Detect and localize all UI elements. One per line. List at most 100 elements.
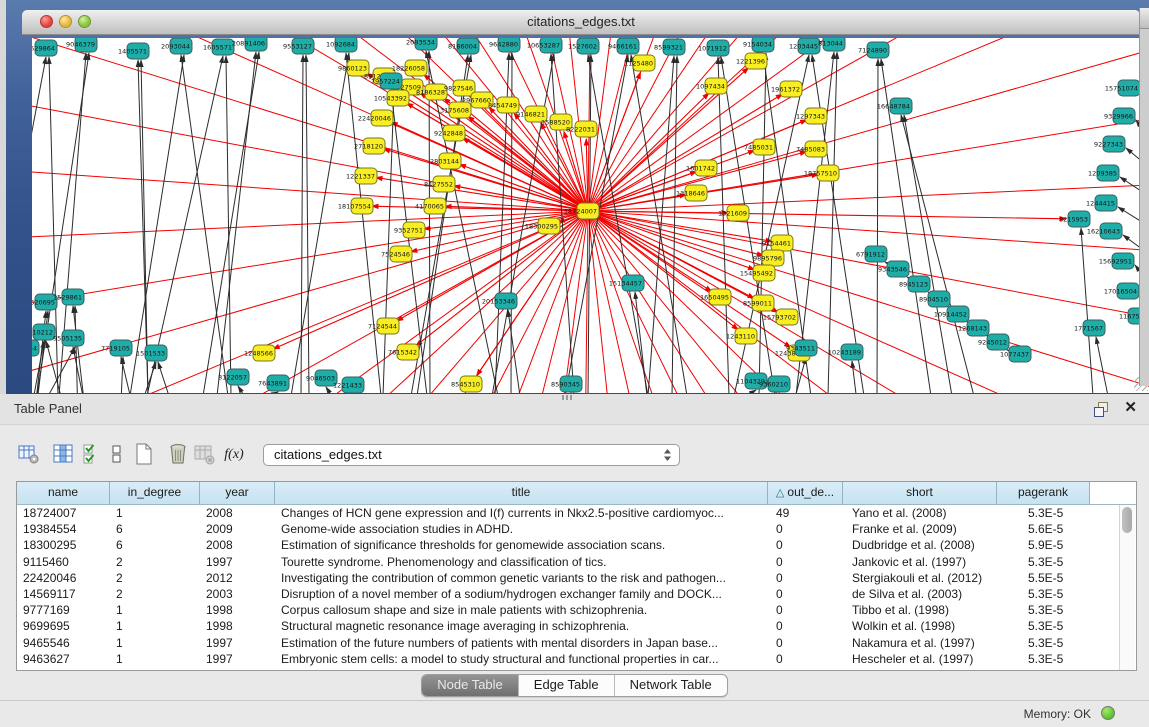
table-cell[interactable]: 5.3E-5: [997, 554, 1090, 570]
column-header-year[interactable]: year: [200, 482, 275, 504]
table-cell[interactable]: Investigating the contribution of common…: [275, 570, 768, 586]
table-row[interactable]: 1872400712008Changes of HCN gene express…: [17, 505, 1136, 521]
table-cell[interactable]: 1998: [200, 602, 275, 618]
table-cell[interactable]: 6: [110, 521, 200, 537]
table-cell[interactable]: 5.5E-5: [997, 570, 1090, 586]
table-cell[interactable]: Hescheler et al. (1997): [843, 651, 997, 667]
table-cell[interactable]: 0: [768, 618, 843, 634]
table-cell[interactable]: 2: [110, 570, 200, 586]
table-cell[interactable]: 1997: [200, 635, 275, 651]
table-cell[interactable]: Dudbridge et al. (2008): [843, 537, 997, 553]
table-cell[interactable]: 9115460: [17, 554, 110, 570]
table-cell[interactable]: 5.3E-5: [997, 651, 1090, 667]
table-row[interactable]: 1938455462009Genome-wide association stu…: [17, 521, 1136, 537]
table-cell[interactable]: 0: [768, 554, 843, 570]
table-row[interactable]: 1456911722003Disruption of a novel membe…: [17, 586, 1136, 602]
delete-table-button[interactable]: [190, 441, 218, 469]
table-cell[interactable]: 1: [110, 635, 200, 651]
row-height-button[interactable]: [103, 441, 131, 469]
table-cell[interactable]: Jankovic et al. (1997): [843, 554, 997, 570]
delete-button[interactable]: [164, 441, 192, 469]
table-cell[interactable]: 0: [768, 570, 843, 586]
tab-network-table[interactable]: Network Table: [615, 675, 727, 696]
column-header-pagerank[interactable]: pagerank: [997, 482, 1090, 504]
column-header-name[interactable]: name: [17, 482, 110, 504]
new-table-button[interactable]: [130, 441, 158, 469]
table-cell[interactable]: 5.3E-5: [997, 635, 1090, 651]
table-cell[interactable]: 19384554: [17, 521, 110, 537]
table-cell[interactable]: 0: [768, 537, 843, 553]
table-cell[interactable]: 2012: [200, 570, 275, 586]
split-pane-grip[interactable]: [562, 395, 574, 400]
table-row[interactable]: 969969511998Structural magnetic resonanc…: [17, 618, 1136, 634]
table-cell[interactable]: 1997: [200, 651, 275, 667]
network-canvas[interactable]: 1872400798601238912954182260589827509818…: [32, 38, 1149, 393]
table-cell[interactable]: 1: [110, 602, 200, 618]
table-cell[interactable]: 5.3E-5: [997, 602, 1090, 618]
float-panel-icon[interactable]: [1093, 401, 1109, 417]
table-cell[interactable]: de Silva et al. (2003): [843, 586, 997, 602]
table-cell[interactable]: 1: [110, 505, 200, 521]
table-settings-button[interactable]: [15, 441, 43, 469]
table-cell[interactable]: Estimation of the future numbers of pati…: [275, 635, 768, 651]
table-row[interactable]: 2242004622012Investigating the contribut…: [17, 570, 1136, 586]
table-cell[interactable]: 9699695: [17, 618, 110, 634]
network-window-titlebar[interactable]: citations_edges.txt: [22, 10, 1140, 35]
table-cell[interactable]: 5.3E-5: [997, 505, 1090, 521]
table-row[interactable]: 1830029562008Estimation of significance …: [17, 537, 1136, 553]
table-cell[interactable]: Changes of HCN gene expression and I(f) …: [275, 505, 768, 521]
table-cell[interactable]: 2008: [200, 537, 275, 553]
table-row[interactable]: 946554611997Estimation of the future num…: [17, 635, 1136, 651]
table-cell[interactable]: 5.3E-5: [997, 618, 1090, 634]
table-cell[interactable]: Tourette syndrome. Phenomenology and cla…: [275, 554, 768, 570]
vertical-scrollbar[interactable]: [1119, 505, 1135, 670]
table-row[interactable]: 977716911998Corpus callosum shape and si…: [17, 602, 1136, 618]
table-cell[interactable]: 0: [768, 651, 843, 667]
table-cell[interactable]: Tibbo et al. (1998): [843, 602, 997, 618]
table-cell[interactable]: 0: [768, 602, 843, 618]
table-cell[interactable]: 2: [110, 554, 200, 570]
table-row[interactable]: 911546021997Tourette syndrome. Phenomeno…: [17, 554, 1136, 570]
table-cell[interactable]: Disruption of a novel member of a sodium…: [275, 586, 768, 602]
table-cell[interactable]: Embryonic stem cells: a model to study s…: [275, 651, 768, 667]
table-cell[interactable]: 2: [110, 586, 200, 602]
table-cell[interactable]: Estimation of significance thresholds fo…: [275, 537, 768, 553]
table-cell[interactable]: 2008: [200, 505, 275, 521]
table-selector-combobox[interactable]: citations_edges.txt: [263, 444, 680, 466]
table-cell[interactable]: 1: [110, 651, 200, 667]
column-header-in_degree[interactable]: in_degree: [110, 482, 200, 504]
table-cell[interactable]: 49: [768, 505, 843, 521]
function-builder-button[interactable]: f(x): [220, 441, 248, 469]
memory-status-indicator[interactable]: [1101, 706, 1115, 720]
table-cell[interactable]: 9463627: [17, 651, 110, 667]
table-cell[interactable]: 0: [768, 586, 843, 602]
column-header-title[interactable]: title: [275, 482, 768, 504]
table-cell[interactable]: Structural magnetic resonance image aver…: [275, 618, 768, 634]
table-cell[interactable]: 5.6E-5: [997, 521, 1090, 537]
table-cell[interactable]: 5.3E-5: [997, 586, 1090, 602]
column-header-short[interactable]: short: [843, 482, 997, 504]
scrollbar-thumb[interactable]: [1122, 507, 1132, 533]
table-cell[interactable]: 9777169: [17, 602, 110, 618]
table-cell[interactable]: 2003: [200, 586, 275, 602]
table-cell[interactable]: Wolkin et al. (1998): [843, 618, 997, 634]
table-cell[interactable]: 5.9E-5: [997, 537, 1090, 553]
column-chooser-button[interactable]: [49, 441, 77, 469]
table-cell[interactable]: 9465546: [17, 635, 110, 651]
table-cell[interactable]: Nakamura et al. (1997): [843, 635, 997, 651]
tab-node-table[interactable]: Node Table: [422, 675, 519, 696]
table-cell[interactable]: 1997: [200, 554, 275, 570]
tab-edge-table[interactable]: Edge Table: [519, 675, 615, 696]
table-cell[interactable]: 2009: [200, 521, 275, 537]
table-cell[interactable]: 14569117: [17, 586, 110, 602]
table-cell[interactable]: 0: [768, 635, 843, 651]
table-cell[interactable]: Franke et al. (2009): [843, 521, 997, 537]
table-cell[interactable]: 22420046: [17, 570, 110, 586]
table-cell[interactable]: 6: [110, 537, 200, 553]
table-cell[interactable]: 1998: [200, 618, 275, 634]
table-cell[interactable]: Yano et al. (2008): [843, 505, 997, 521]
table-cell[interactable]: 1: [110, 618, 200, 634]
column-header-out_de[interactable]: △ out_de...: [768, 482, 843, 504]
network-view[interactable]: 1872400798601238912954182260589827509818…: [32, 38, 1149, 393]
table-cell[interactable]: Corpus callosum shape and size in male p…: [275, 602, 768, 618]
